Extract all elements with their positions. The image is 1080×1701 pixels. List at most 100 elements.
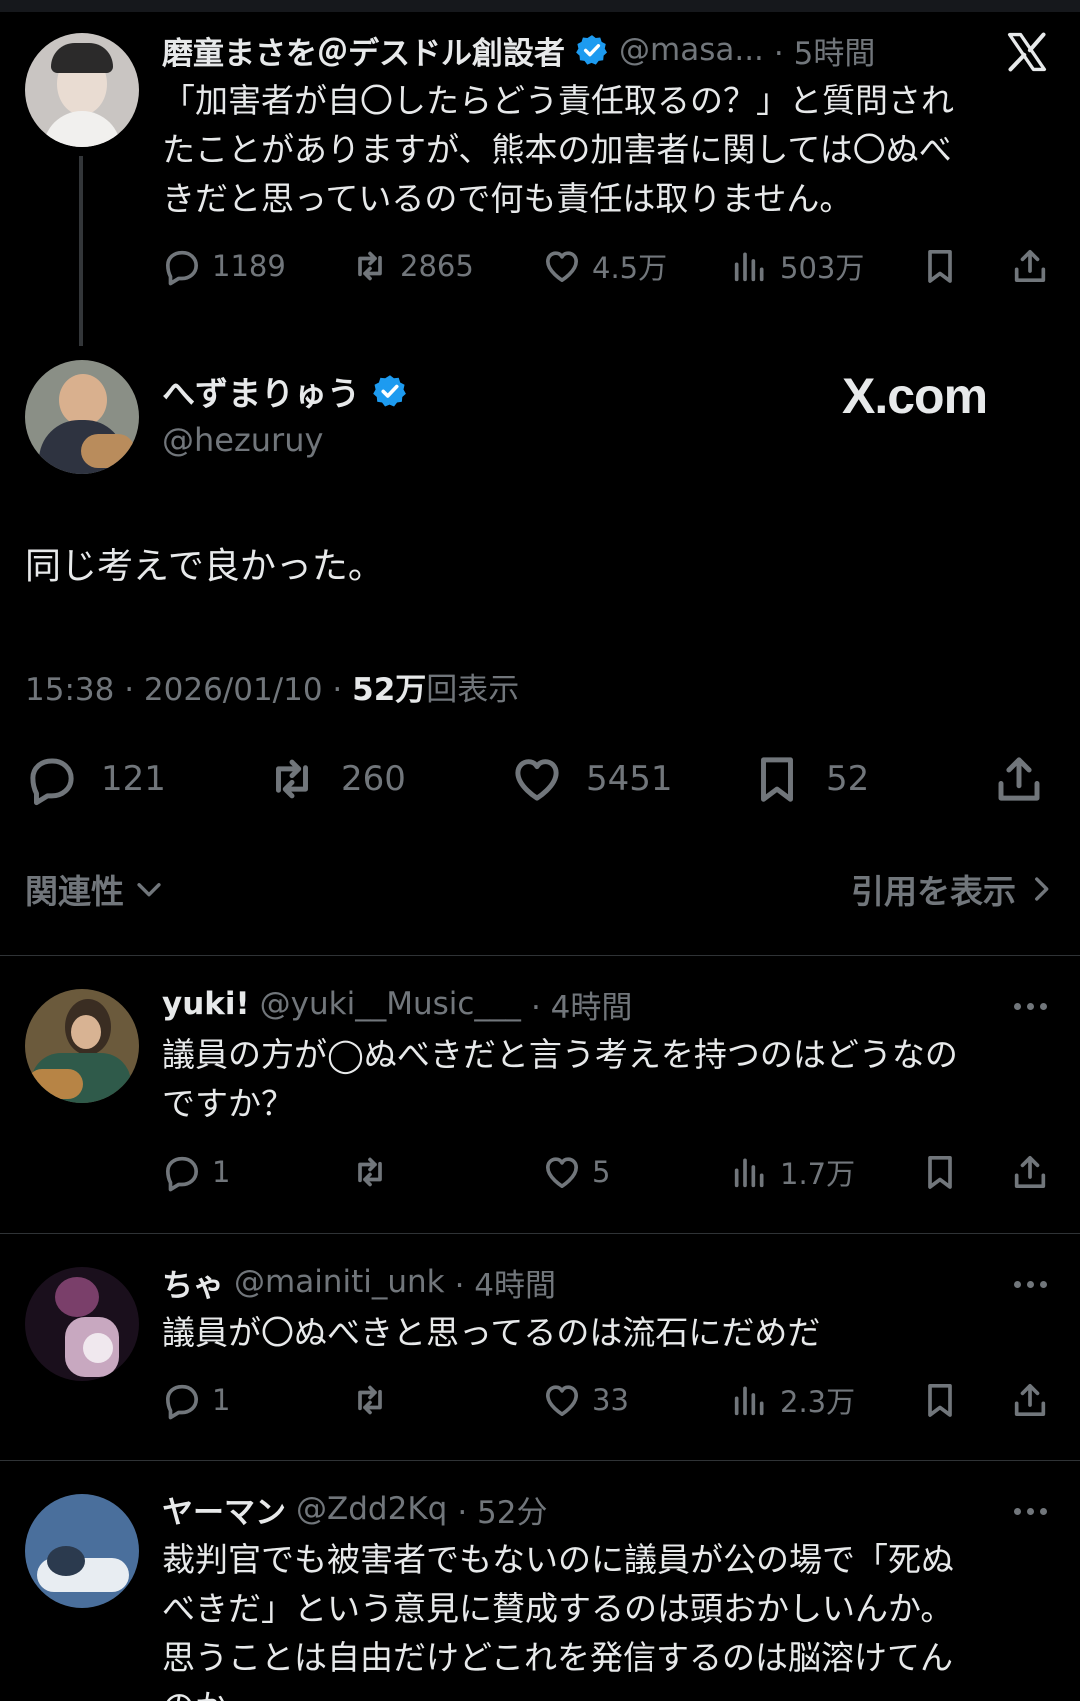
reply-time[interactable]: · 4時間 [455,1260,556,1305]
reply-count: 1 [212,1383,231,1417]
reply-handle[interactable]: @Zdd2Kq [296,1491,447,1527]
main-author: へずまりゅう [162,368,408,414]
main-views-count: 52万 [352,672,427,708]
views-count: 1.7万 [780,1157,856,1191]
like-button[interactable]: 33 [542,1378,629,1422]
repost-button[interactable]: 260 [265,752,406,806]
repost-icon [350,246,390,286]
main-handle[interactable]: @hezuruy [162,418,323,462]
main-timestamp[interactable]: 15:38 · 2026/01/10 · [25,672,352,708]
quoted-header: 磨童まさを＠デスドル創設者 @masa... · 5時間 [162,28,875,72]
reply-display-name[interactable]: ちゃ [162,1260,224,1305]
avatar-hezuma[interactable] [25,360,139,474]
verified-badge-icon [575,33,609,67]
top-edge [0,0,1080,12]
quoted-text: 「加害者が自〇したらどう責任取るの？」と質問され たことがありますが、熊本の加害… [162,76,1042,223]
views-button[interactable]: 2.3万 [730,1378,855,1422]
avatar-yaman[interactable] [25,1494,139,1608]
reply-button[interactable]: 1 [162,1378,230,1422]
reply-item[interactable]: yuki! @yuki__Music___ · 4時間 議員の方が◯ぬべきだと言… [0,956,1080,1232]
reply-handle[interactable]: @mainiti_unk [234,1264,445,1300]
bookmark-icon [750,752,804,806]
more-options-icon[interactable] [1010,996,1050,1016]
share-button[interactable] [1010,1150,1050,1194]
quoted-handle[interactable]: @masa... [619,32,764,68]
xcom-watermark: X.com [842,368,988,424]
share-button[interactable] [992,752,1046,806]
reply-item[interactable]: ちゃ @mainiti_unk · 4時間 議員が〇ぬべきと思ってるのは流石にだ… [0,1234,1080,1459]
like-count: 4.5万 [592,251,668,285]
quoted-time[interactable]: · 5時間 [774,28,875,73]
reply-text: 議員の方が◯ぬべきだと言う考えを持つのはどうなの ですか？ [162,1030,1042,1128]
repost-icon [265,752,319,806]
reply-text-line: 裁判官でも被害者でもないのに議員が公の場で「死ぬ [162,1540,954,1579]
quoted-display-name[interactable]: 磨童まさを＠デスドル創設者 [162,28,565,73]
repost-button[interactable] [350,1378,390,1422]
like-icon [542,1152,582,1192]
like-count: 5451 [586,759,673,799]
like-button[interactable]: 4.5万 [542,244,667,288]
repost-button[interactable]: 2865 [350,244,474,288]
reply-text: 議員が〇ぬべきと思ってるのは流石にだめだ [162,1308,1042,1357]
reply-handle[interactable]: @yuki__Music___ [260,986,521,1022]
reply-count: 1 [212,1155,231,1189]
reply-icon [162,246,202,286]
views-icon [730,1380,770,1420]
bookmark-button[interactable] [920,1150,960,1194]
reply-display-name[interactable]: ヤーマン [162,1487,286,1532]
view-quotes-label: 引用を表示 [851,872,1016,911]
reply-time[interactable]: · 4時間 [531,982,632,1027]
views-button[interactable]: 503万 [730,244,864,288]
bookmark-button[interactable] [920,244,960,288]
avatar-cha[interactable] [25,1267,139,1381]
view-quotes-link[interactable]: 引用を表示 [851,866,1058,912]
bookmark-button[interactable]: 52 [750,752,869,806]
share-icon [1010,246,1050,286]
quoted-actions: 1189 2865 4.5万 503万 [0,244,1080,288]
views-count: 2.3万 [780,1385,856,1419]
share-button[interactable] [1010,244,1050,288]
repost-count: 2865 [400,249,474,283]
sort-label: 関連性 [25,872,124,911]
views-count: 503万 [780,251,865,285]
reply-icon [25,752,79,806]
like-button[interactable]: 5 [542,1150,610,1194]
reply-count: 121 [101,759,166,799]
more-options-icon[interactable] [1010,1274,1050,1294]
bookmark-icon [920,1152,960,1192]
avatar-yuki[interactable] [25,989,139,1103]
share-icon [1010,1152,1050,1192]
reply-count: 1189 [212,249,286,283]
repost-icon [350,1152,390,1192]
reply-button[interactable]: 1 [162,1150,230,1194]
bookmark-button[interactable] [920,1378,960,1422]
main-meta: 15:38 · 2026/01/10 · 52万回表示 [25,668,519,712]
repost-icon [350,1380,390,1420]
main-display-name[interactable]: へずまりゅう [162,367,360,415]
reply-button[interactable]: 121 [25,752,166,806]
reply-display-name[interactable]: yuki! [162,986,250,1022]
more-options-icon[interactable] [1010,1501,1050,1521]
chevron-right-icon [1035,877,1049,901]
reply-text-line: 議員が〇ぬべきと思ってるのは流石にだめだ [162,1313,821,1352]
avatar-masao[interactable] [25,33,139,147]
like-count: 33 [592,1383,629,1417]
reply-time[interactable]: · 52分 [457,1487,547,1532]
share-button[interactable] [1010,1378,1050,1422]
reply-text-line: のか [162,1682,1042,1701]
sort-relevance-button[interactable]: 関連性 [25,866,166,912]
quoted-text-line: きだと思っているので何も責任は取りません。 [162,179,853,218]
bookmark-icon [920,1380,960,1420]
quoted-text-line: 「加害者が自〇したらどう責任取るの？」と質問され [162,81,954,120]
reply-text-line: 思うことは自由だけどこれを発信するのは脳溶けてん [162,1638,954,1677]
reply-item[interactable]: ヤーマン @Zdd2Kq · 52分 裁判官でも被害者でもないのに議員が公の場で… [0,1461,1080,1701]
like-button[interactable]: 5451 [510,752,673,806]
repost-button[interactable] [350,1150,390,1194]
x-logo-icon[interactable] [1004,30,1050,74]
chevron-down-icon [137,883,161,897]
like-icon [542,1380,582,1420]
share-icon [1010,1380,1050,1420]
reply-button[interactable]: 1189 [162,244,286,288]
views-button[interactable]: 1.7万 [730,1150,855,1194]
verified-badge-icon [372,373,408,409]
